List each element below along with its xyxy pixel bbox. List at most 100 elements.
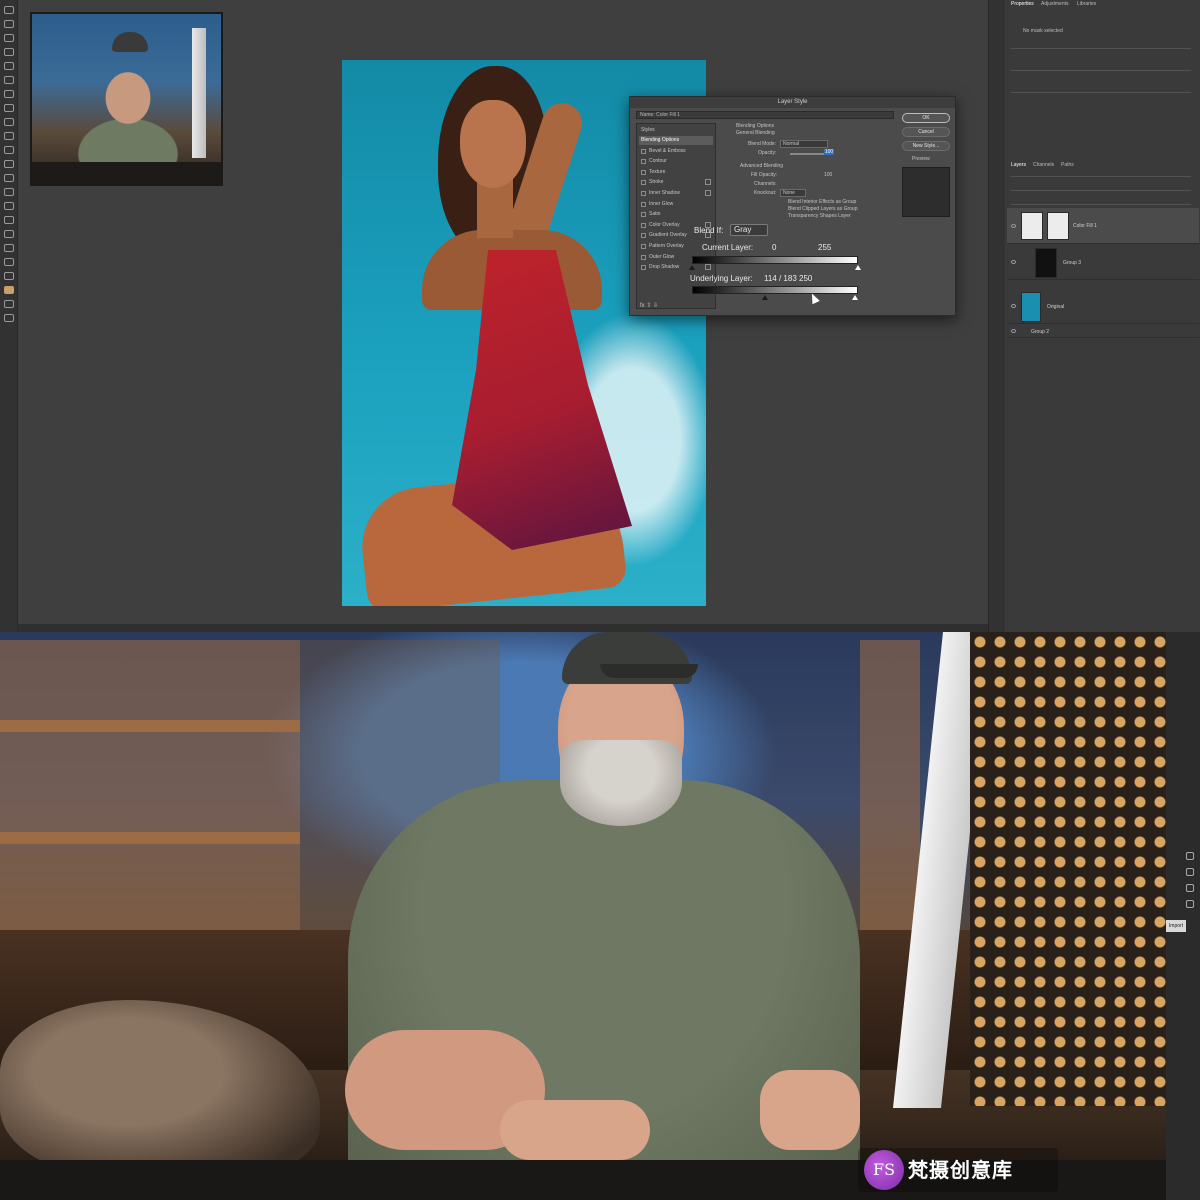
visibility-eye-icon[interactable] xyxy=(1011,304,1016,308)
eyedropper-tool-icon[interactable] xyxy=(4,90,14,98)
inset-cap xyxy=(112,32,148,52)
style-item[interactable]: Bevel & Emboss xyxy=(639,147,713,156)
blending-options-heading: Blending Options xyxy=(736,123,775,129)
pen-tool-icon[interactable] xyxy=(4,216,14,224)
style-checkbox[interactable] xyxy=(641,201,646,207)
watermark: FS 梵摄创意库 xyxy=(858,1148,1058,1192)
person-beard xyxy=(560,740,682,826)
tab-adjustments[interactable]: Adjustments xyxy=(1041,1,1069,8)
layer-mask-thumbnail xyxy=(1035,248,1057,278)
person-hand xyxy=(760,1070,860,1150)
style-item[interactable]: Stroke xyxy=(639,178,713,187)
style-item[interactable]: Texture xyxy=(639,168,713,177)
style-item-label: Satin xyxy=(649,211,661,218)
tab-channels[interactable]: Channels xyxy=(1033,162,1054,169)
new-style-button[interactable]: New Style... xyxy=(902,141,950,151)
foreground-color-icon[interactable] xyxy=(4,286,14,294)
opacity-slider[interactable] xyxy=(790,153,824,155)
preview-checkbox[interactable]: Preview xyxy=(912,156,930,162)
style-checkbox[interactable] xyxy=(641,180,646,186)
quick-mask-icon[interactable] xyxy=(4,300,14,308)
quick-select-tool-icon[interactable] xyxy=(4,48,14,56)
marquee-tool-icon[interactable] xyxy=(4,20,14,28)
add-effect-icon[interactable] xyxy=(705,190,711,196)
option-blend-interior[interactable]: Blend Interior Effects as Group xyxy=(788,199,856,205)
option-transparency-shapes[interactable]: Transparency Shapes Layer xyxy=(788,213,851,219)
style-item[interactable]: Blending Options xyxy=(639,136,713,145)
underlying-layer-values: 114 / 183 250 xyxy=(764,274,813,283)
tab-libraries[interactable]: Libraries xyxy=(1077,1,1096,8)
screen-mode-icon[interactable] xyxy=(4,314,14,322)
path-select-tool-icon[interactable] xyxy=(4,244,14,252)
style-checkbox[interactable] xyxy=(641,148,646,154)
visibility-eye-icon[interactable] xyxy=(1011,329,1016,333)
divider xyxy=(1011,176,1191,177)
style-checkbox[interactable] xyxy=(641,244,646,249)
underlying-layer-white-slider[interactable] xyxy=(852,295,858,300)
photo-face xyxy=(460,100,526,188)
add-effect-icon[interactable] xyxy=(705,264,711,271)
layer-row[interactable]: Color Fill 1 xyxy=(1007,208,1199,244)
gradient-tool-icon[interactable] xyxy=(4,174,14,182)
opacity-value[interactable]: 100 xyxy=(824,149,834,155)
current-layer-high: 255 xyxy=(818,243,832,252)
history-brush-tool-icon[interactable] xyxy=(4,146,14,154)
layer-name-field[interactable]: Name: Color Fill 1 xyxy=(636,111,894,119)
dodge-tool-icon[interactable] xyxy=(4,202,14,210)
type-tool-icon[interactable] xyxy=(4,230,14,238)
crop-tool-icon[interactable] xyxy=(4,62,14,70)
style-item[interactable]: Satin xyxy=(639,210,713,219)
fx-icon[interactable]: fx ⇧ ⇩ xyxy=(640,303,658,309)
fill-opacity-value[interactable]: 100 xyxy=(824,172,836,178)
style-checkbox[interactable] xyxy=(641,169,646,175)
shelf-board xyxy=(0,832,300,844)
clone-stamp-tool-icon[interactable] xyxy=(4,132,14,140)
layer-row[interactable]: Original xyxy=(1007,290,1199,324)
style-item-label: Inner Shadow xyxy=(649,190,680,196)
visibility-eye-icon[interactable] xyxy=(1011,224,1016,228)
option-blend-clipped[interactable]: Blend Clipped Layers as Group xyxy=(788,206,858,212)
tab-layers[interactable]: Layers xyxy=(1011,162,1026,169)
eraser-tool-icon[interactable] xyxy=(4,160,14,168)
style-checkbox[interactable] xyxy=(641,265,646,271)
style-item[interactable]: Contour xyxy=(639,157,713,166)
style-checkbox[interactable] xyxy=(641,254,646,260)
layer-name: Group 2 xyxy=(1031,329,1050,335)
tab-paths[interactable]: Paths xyxy=(1061,162,1074,169)
knockout-label: Knockout: xyxy=(754,190,777,196)
style-item-label: Outer Glow xyxy=(649,253,675,260)
blur-tool-icon[interactable] xyxy=(4,188,14,196)
blend-if-label: Blend If: xyxy=(694,226,724,235)
cancel-button[interactable]: Cancel xyxy=(902,127,950,137)
current-layer-black-slider[interactable] xyxy=(689,265,695,270)
lasso-tool-icon[interactable] xyxy=(4,34,14,42)
style-item[interactable]: Drop Shadow xyxy=(639,263,713,272)
underlying-layer-black-slider[interactable] xyxy=(762,295,768,300)
photoshop-screen: Layer Style Name: Color Fill 1 Styles Ble… xyxy=(0,0,1200,632)
style-item[interactable]: Inner Shadow xyxy=(639,189,713,198)
style-checkbox[interactable] xyxy=(641,212,646,218)
move-tool-icon[interactable] xyxy=(4,6,14,14)
style-checkbox[interactable] xyxy=(641,159,646,165)
add-effect-icon[interactable] xyxy=(705,179,711,186)
style-checkbox[interactable] xyxy=(641,191,646,196)
tab-properties[interactable]: Properties xyxy=(1011,1,1034,8)
knockout-select[interactable]: None xyxy=(780,189,806,197)
style-checkbox[interactable] xyxy=(641,233,646,239)
edge-screen-ui xyxy=(1166,632,1200,1200)
style-checkbox[interactable] xyxy=(641,222,646,228)
current-layer-white-slider[interactable] xyxy=(855,265,861,270)
brush-tool-icon[interactable] xyxy=(4,118,14,126)
shape-tool-icon[interactable] xyxy=(4,258,14,266)
blend-mode-select[interactable]: Normal xyxy=(780,140,828,148)
ok-button[interactable]: OK xyxy=(902,113,950,123)
style-item[interactable]: Inner Glow xyxy=(639,200,713,209)
bookshelf-left xyxy=(0,640,300,960)
layer-row[interactable]: Group 3 xyxy=(1007,246,1199,280)
hand-tool-icon[interactable] xyxy=(4,272,14,280)
healing-brush-tool-icon[interactable] xyxy=(4,104,14,112)
blend-if-select[interactable]: Gray xyxy=(730,224,768,236)
visibility-eye-icon[interactable] xyxy=(1011,260,1016,264)
frame-tool-icon[interactable] xyxy=(4,76,14,84)
layer-row[interactable]: Group 2 xyxy=(1007,326,1199,338)
